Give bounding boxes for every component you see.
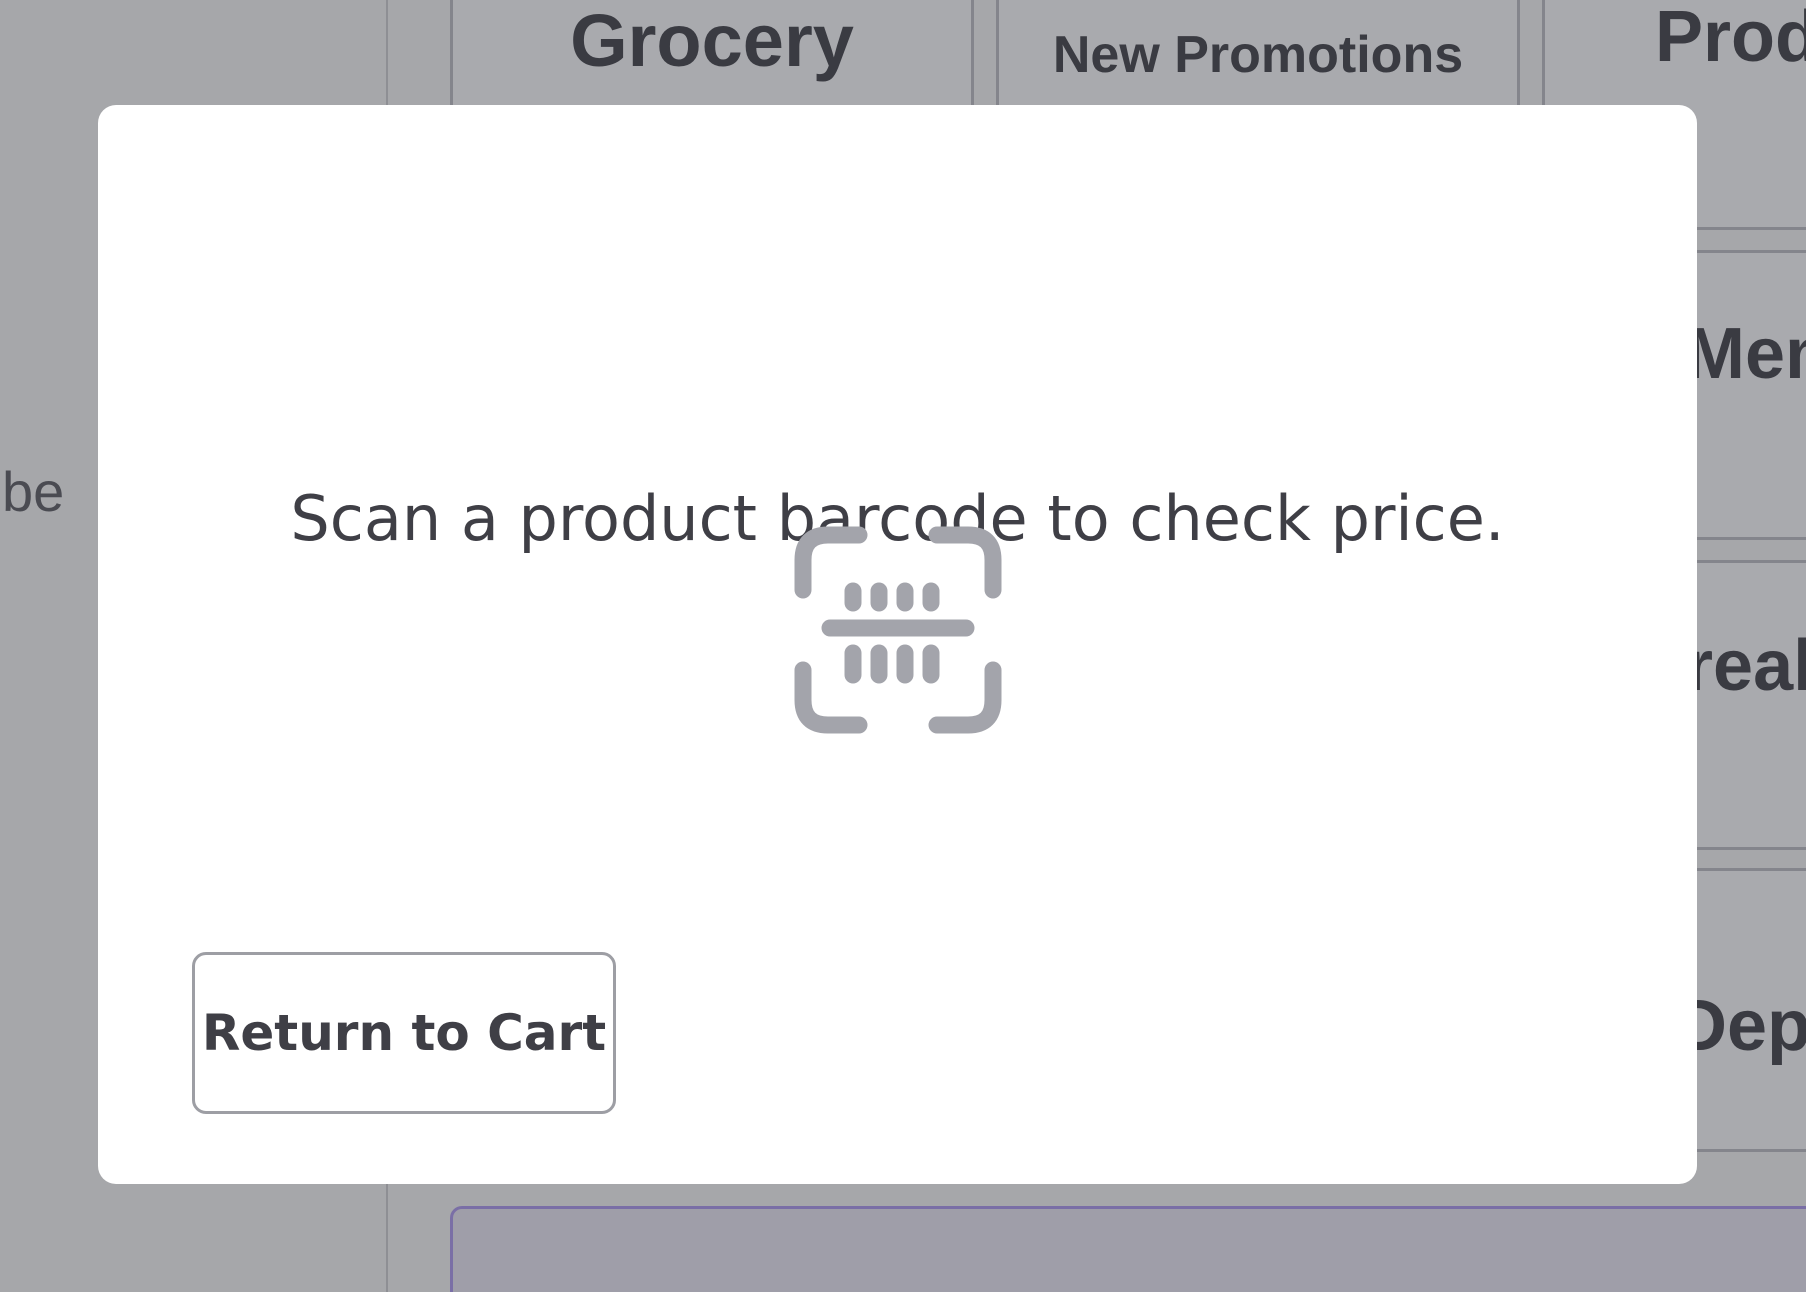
background-left-text: be (2, 460, 65, 523)
price-check-modal: Scan a product barcode to check price. R… (98, 105, 1697, 1184)
tile-new-promotions-label: New Promotions (1052, 26, 1464, 84)
tile-member-label: Mem (1685, 314, 1806, 394)
tile-product-label: Prod (1655, 0, 1806, 77)
return-to-cart-button[interactable]: Return to Cart (192, 952, 616, 1114)
tile-grocery-label: Grocery (570, 0, 854, 82)
tile-break-label: reak (1685, 626, 1806, 706)
background-bottom-bar (450, 1206, 1806, 1292)
barcode-scan-icon (794, 526, 1002, 734)
